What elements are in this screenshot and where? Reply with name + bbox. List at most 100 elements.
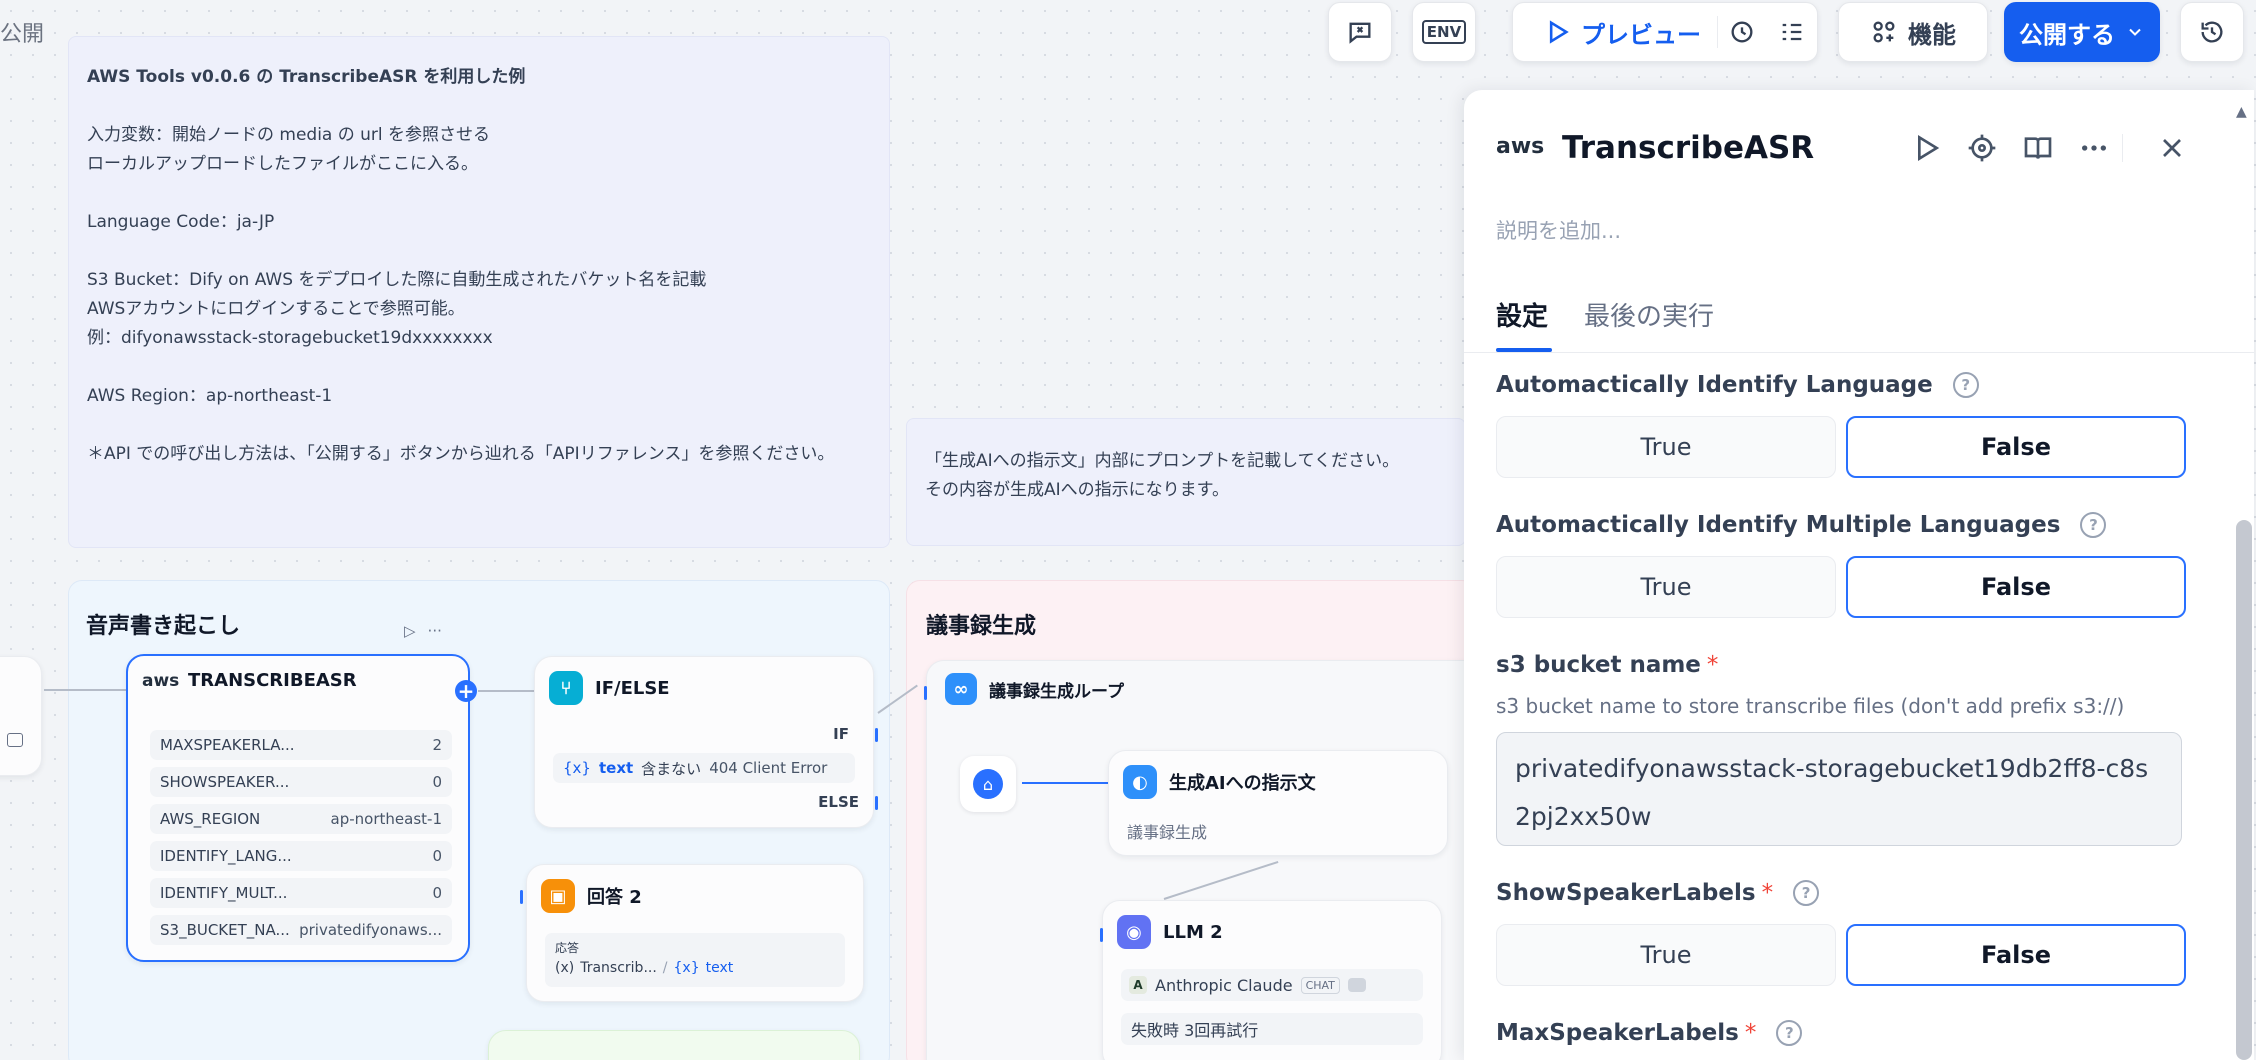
note-line: Language Code：ja-JP	[87, 212, 275, 232]
answer-icon: ▣	[541, 879, 575, 913]
run-node-icon[interactable]	[1910, 132, 1942, 164]
llm-node[interactable]: ◉ LLM 2 A Anthropic Claude CHAT 失敗時 3回再試…	[1102, 900, 1442, 1060]
play-icon	[1549, 20, 1569, 44]
field-label: s3 bucket name *	[1496, 652, 1719, 678]
more-icon[interactable]: ···	[428, 622, 442, 640]
panel-title[interactable]: TranscribeASR	[1562, 130, 1814, 166]
partial-node-bottom[interactable]	[488, 1030, 860, 1060]
divider	[1464, 352, 2254, 353]
field-label: ShowSpeakerLabels * ?	[1496, 880, 1820, 906]
checklist-toggle-button[interactable]	[1328, 2, 1392, 62]
transcription-group-title: 音声書き起こし	[86, 614, 241, 639]
answer-input-handle[interactable]	[520, 890, 523, 904]
auto-multi-false-option[interactable]: False	[1846, 556, 2186, 618]
param-row: AWS_REGION ap-northeast-1	[150, 804, 452, 834]
condition-row: {x} text 含まない 404 Client Error	[553, 753, 855, 783]
prompt-node[interactable]: ◐ 生成AIへの指示文 議事録生成	[1108, 750, 1448, 856]
scroll-up-arrow[interactable]: ▲	[2236, 104, 2247, 120]
start-node-partial[interactable]	[0, 656, 42, 776]
field-label: Automactically Identify Language ?	[1496, 372, 1979, 398]
aws-logo-icon: aws	[142, 670, 180, 691]
tab-last-run[interactable]: 最後の実行	[1584, 296, 1714, 333]
env-button[interactable]: ENV	[1412, 2, 1476, 62]
locate-icon[interactable]	[1966, 132, 1998, 164]
aws-logo-icon: aws	[1496, 134, 1545, 159]
run-node-icon[interactable]: ▷	[404, 622, 416, 640]
show-speaker-false-option[interactable]: False	[1846, 924, 2186, 986]
note-line: その内容が生成AIへの指示になります。	[925, 480, 1229, 500]
retry-row: 失敗時 3回再試行	[1121, 1013, 1423, 1045]
anthropic-icon: A	[1129, 976, 1147, 994]
s3-bucket-input[interactable]: privatedifyonawsstack-storagebucket19db2…	[1496, 732, 2182, 846]
note-secondary[interactable]: 「生成AIへの指示文」内部にプロンプトを記載してください。 その内容が生成AIへ…	[906, 418, 1466, 546]
tab-settings[interactable]: 設定	[1496, 296, 1548, 333]
help-icon[interactable]: ?	[1793, 880, 1820, 906]
note-line	[87, 353, 871, 382]
variable-icon: {x}	[563, 759, 591, 777]
version-history-button[interactable]	[2180, 2, 2244, 62]
edge	[478, 690, 534, 692]
loop-start-node[interactable]: ⌂	[960, 756, 1016, 812]
else-handle[interactable]	[875, 796, 878, 810]
preview-group: プレビュー	[1512, 2, 1818, 62]
note-line	[87, 411, 871, 440]
help-icon[interactable]: ?	[2080, 512, 2107, 538]
node-settings-panel: aws TranscribeASR 説明を追加... 設定 最後の実行 Auto…	[1464, 90, 2254, 1060]
add-next-node-handle[interactable]: +	[455, 679, 477, 703]
publish-button[interactable]: 公開する	[2004, 2, 2160, 62]
required-mark: *	[1706, 652, 1719, 678]
transcribe-asr-node[interactable]: aws TRANSCRIBEASR MAXSPEAKERLA... 2 SHOWS…	[126, 654, 470, 962]
minutes-group-title: 議事録生成	[926, 614, 1037, 639]
chevron-down-icon	[2129, 28, 2141, 36]
features-button[interactable]: 機能	[1838, 2, 1988, 62]
node-title: IF/ELSE	[595, 677, 670, 699]
note-line: AWS Region：ap-northeast-1	[87, 386, 333, 406]
auto-lang-false-option[interactable]: False	[1846, 416, 2186, 478]
note-line: ＊API での呼び出し方法は、「公開する」ボタンから辿れる「APIリファレンス」…	[87, 444, 835, 464]
param-row: IDENTIFY_MULT... 0	[150, 878, 452, 908]
template-icon: ◐	[1123, 765, 1157, 799]
note-line: 「生成AIへの指示文」内部にプロンプトを記載してください。	[925, 451, 1400, 471]
message-x-icon	[1349, 22, 1371, 44]
llm-input-handle[interactable]	[1100, 928, 1103, 942]
note-line	[87, 237, 871, 266]
answer-node[interactable]: ▣ 回答 2 応答 (x) Transcrib... / {x} text	[526, 864, 864, 1002]
required-mark: *	[1744, 1020, 1757, 1046]
help-icon[interactable]: ?	[1776, 1020, 1803, 1046]
note-line: 例：difyonawsstack-storagebucket19dxxxxxxx…	[87, 328, 493, 348]
close-icon[interactable]	[2156, 132, 2188, 164]
llm-icon: ◉	[1117, 915, 1151, 949]
node-title: 生成AIへの指示文	[1169, 773, 1316, 794]
panel-scrollbar[interactable]	[2236, 520, 2252, 1060]
required-mark: *	[1761, 880, 1774, 906]
if-handle[interactable]	[875, 728, 878, 742]
else-label: ELSE	[818, 793, 859, 811]
field-label: Automactically Identify Multiple Languag…	[1496, 512, 2107, 538]
node-title: LLM 2	[1163, 921, 1223, 943]
run-history-icon[interactable]	[1728, 18, 1756, 46]
node-quick-actions: ▷ ···	[404, 622, 442, 640]
help-icon[interactable]: ?	[1952, 372, 1979, 398]
docs-book-icon[interactable]	[2022, 132, 2054, 164]
node-title: TRANSCRIBEASR	[188, 670, 357, 691]
loop-input-handle[interactable]	[924, 686, 927, 700]
auto-lang-true-option[interactable]: True	[1496, 416, 1836, 478]
note-line: ローカルアップロードしたファイルがここに入る。	[87, 154, 478, 174]
more-icon[interactable]	[2078, 132, 2110, 164]
model-badge: CHAT	[1300, 976, 1340, 994]
ifelse-node[interactable]: ⑂ IF/ELSE IF {x} text 含まない 404 Client Er…	[534, 656, 874, 828]
node-title: 回答 2	[587, 887, 642, 908]
preview-button[interactable]: プレビュー	[1543, 15, 1701, 50]
divider	[1717, 16, 1718, 48]
auto-multi-true-option[interactable]: True	[1496, 556, 1836, 618]
variable-ref-icon: (x)	[555, 960, 575, 976]
description-input[interactable]: 説明を追加...	[1496, 215, 1621, 245]
checklist-icon[interactable]	[1778, 18, 1806, 46]
variable-icon: {x}	[673, 960, 700, 976]
edge	[1022, 782, 1108, 784]
param-row: IDENTIFY_LANG... 0	[150, 841, 452, 871]
features-icon	[1873, 21, 1895, 43]
show-speaker-true-option[interactable]: True	[1496, 924, 1836, 986]
note-line: 入力変数：開始ノードの media の url を参照させる	[87, 125, 491, 145]
note-main[interactable]: AWS Tools v0.0.6 の TranscribeASR を利用した例 …	[68, 36, 890, 548]
